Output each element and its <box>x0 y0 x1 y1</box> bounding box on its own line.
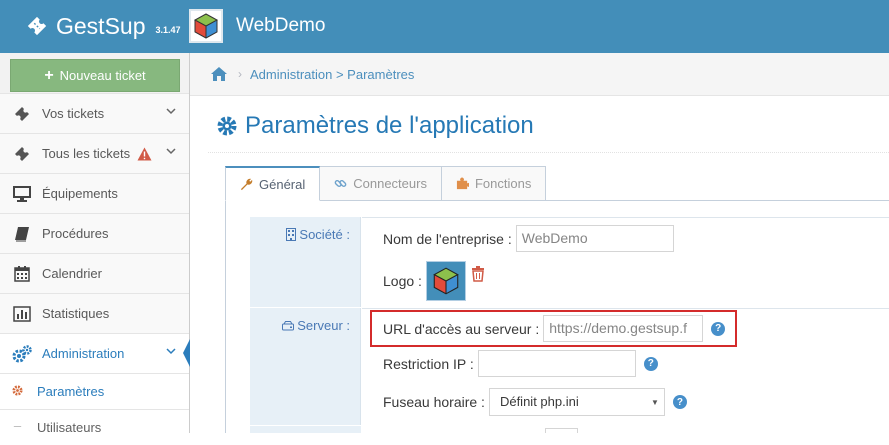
row-ip-restriction: Restriction IP : ? <box>383 350 658 377</box>
tab-bar: Général Connecteurs Fonctions <box>225 166 547 201</box>
dropdown-arrow-icon: ▼ <box>651 398 659 407</box>
subnav-item-parametres[interactable]: Paramètres <box>0 373 189 409</box>
gear-icon <box>12 384 24 399</box>
sidebar-item-label: Procédures <box>42 226 109 241</box>
sidebar-item-label: Équipements <box>42 186 118 201</box>
cube-logo-icon <box>433 267 459 295</box>
company-logo <box>189 9 223 43</box>
ip-restriction-label: Restriction IP : <box>383 355 474 372</box>
section-label-serveur: Serveur : <box>250 308 361 425</box>
tab-label: Fonctions <box>474 176 532 191</box>
brand[interactable]: GestSup 3.1.47 <box>26 9 181 43</box>
chevron-down-icon <box>166 108 176 115</box>
sidebar-item-statistiques[interactable]: Statistiques <box>0 293 189 333</box>
page-title: Paramètres de l'application <box>217 112 534 140</box>
company-name: WebDemo <box>236 15 326 36</box>
sidebar-item-administration[interactable]: Administration <box>0 333 189 373</box>
section-label-next <box>250 426 361 433</box>
sidebar-item-label: Administration <box>42 346 125 361</box>
timezone-select[interactable]: Définit php.ini ▼ <box>488 388 665 416</box>
timezone-value: Définit php.ini <box>499 394 579 409</box>
row-company-name: Nom de l'entreprise : WebDemo <box>383 225 674 252</box>
company-name-label: Nom de l'entreprise : <box>383 230 512 247</box>
sidebar-item-label: Tous les tickets <box>42 146 131 161</box>
next-input[interactable] <box>545 428 578 433</box>
new-ticket-button[interactable]: + Nouveau ticket <box>10 59 180 92</box>
sidebar-item-label: Statistiques <box>42 306 110 321</box>
subnav-item-label: Paramètres <box>37 384 105 399</box>
plus-icon: + <box>44 66 54 84</box>
desktop-icon <box>12 185 32 203</box>
gear-icon <box>217 116 237 136</box>
sidebar-item-calendrier[interactable]: Calendrier <box>0 253 189 293</box>
top-navbar: GestSup 3.1.47 WebDemo <box>0 0 889 53</box>
help-icon[interactable]: ? <box>672 395 687 409</box>
link-icon <box>334 177 347 190</box>
ticket-icon <box>12 145 32 163</box>
tab-label: Connecteurs <box>353 176 427 191</box>
sidebar-item-tous-les-tickets[interactable]: Tous les tickets <box>0 133 189 173</box>
sidebar-item-label: Calendrier <box>42 266 102 281</box>
chevron-down-icon <box>166 148 176 155</box>
help-icon[interactable]: ? <box>643 356 658 371</box>
cogs-icon <box>12 344 32 363</box>
tab-general[interactable]: Général <box>225 166 321 201</box>
puzzle-icon <box>456 177 469 190</box>
tab-label: Général <box>259 176 306 192</box>
book-icon <box>12 225 32 243</box>
logo-label: Logo : <box>383 273 422 289</box>
sidebar-item-vos-tickets[interactable]: Vos tickets <box>0 93 189 133</box>
sidebar-item-equipements[interactable]: Équipements <box>0 173 189 213</box>
section-label-societe: Société : <box>250 217 361 307</box>
title-divider <box>208 152 889 153</box>
logo-image[interactable] <box>425 261 466 301</box>
cube-logo-icon <box>193 13 219 39</box>
home-icon[interactable] <box>210 66 228 82</box>
brand-version: 3.1.47 <box>155 25 181 35</box>
calendar-icon <box>12 265 32 283</box>
tab-fonctions[interactable]: Fonctions <box>440 166 547 201</box>
page-title-text: Paramètres de l'application <box>245 112 534 139</box>
chevron-down-icon <box>166 348 176 355</box>
hdd-icon <box>282 321 295 331</box>
bar-chart-icon <box>12 305 32 323</box>
trash-icon[interactable] <box>471 266 485 282</box>
highlight-box <box>370 310 737 347</box>
sidebar-item-procedures[interactable]: Procédures <box>0 213 189 253</box>
breadcrumb: › Administration > Paramètres <box>190 53 889 96</box>
warning-icon <box>137 147 152 160</box>
company-name-input[interactable]: WebDemo <box>515 225 674 252</box>
ticket-icon <box>12 105 32 123</box>
subnav-item-utilisateurs[interactable]: Utilisateurs <box>0 409 189 445</box>
breadcrumb-path[interactable]: Administration > Paramètres <box>250 67 414 82</box>
row-logo: Logo : <box>383 261 485 301</box>
sidebar-item-label: Vos tickets <box>42 106 105 121</box>
ip-restriction-input[interactable] <box>477 350 636 377</box>
ticket-logo-icon <box>27 16 47 36</box>
row-timezone: Fuseau horaire : Définit php.ini ▼ ? <box>383 388 687 416</box>
tab-connecteurs[interactable]: Connecteurs <box>319 166 442 201</box>
building-icon <box>286 228 297 241</box>
active-indicator <box>183 339 190 367</box>
brand-name: GestSup <box>56 12 146 39</box>
section-label-text: Société : <box>299 227 350 242</box>
wrench-icon <box>240 178 253 191</box>
breadcrumb-separator-icon: › <box>238 67 242 81</box>
timezone-label: Fuseau horaire : <box>383 394 485 410</box>
section-label-text: Serveur : <box>297 318 350 333</box>
new-ticket-label: Nouveau ticket <box>59 68 146 83</box>
